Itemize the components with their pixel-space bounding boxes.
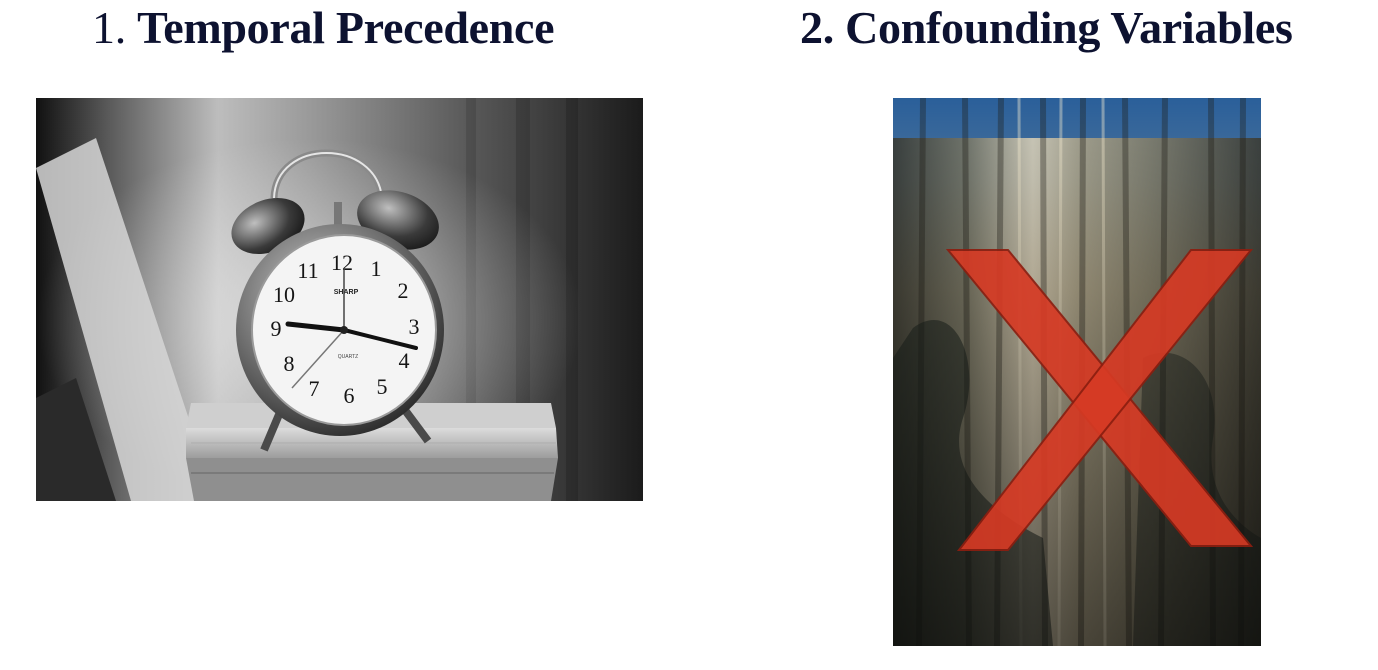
numeral-4: 4 <box>399 348 410 373</box>
numeral-10: 10 <box>273 282 295 307</box>
numeral-5: 5 <box>377 374 388 399</box>
section-heading-temporal-precedence: 1. Temporal Precedence <box>92 0 555 56</box>
numeral-6: 6 <box>344 383 355 408</box>
numeral-8: 8 <box>284 351 295 376</box>
alarm-clock-image: 12 1 2 3 4 5 6 7 8 9 10 11 SHARP QUARTZ <box>36 98 643 501</box>
numeral-3: 3 <box>409 314 420 339</box>
alarm-clock-photo: 12 1 2 3 4 5 6 7 8 9 10 11 SHARP QUARTZ <box>36 98 643 501</box>
numeral-12: 12 <box>331 250 353 275</box>
section-heading-confounding-variables: 2. Confounding Variables <box>800 0 1293 56</box>
numeral-2: 2 <box>398 278 409 303</box>
clock-brand-text: SHARP <box>334 289 359 296</box>
numeral-11: 11 <box>297 258 318 283</box>
curtain-image <box>893 98 1261 646</box>
numeral-9: 9 <box>271 316 282 341</box>
section-number: 2. <box>800 2 834 53</box>
section-title: Confounding Variables <box>845 2 1293 53</box>
section-number: 1. <box>92 2 126 53</box>
section-title: Temporal Precedence <box>137 2 555 53</box>
numeral-1: 1 <box>371 256 382 281</box>
numeral-7: 7 <box>309 376 320 401</box>
clock-dial-text: QUARTZ <box>338 354 358 360</box>
curtain-with-red-x-photo <box>893 98 1261 646</box>
